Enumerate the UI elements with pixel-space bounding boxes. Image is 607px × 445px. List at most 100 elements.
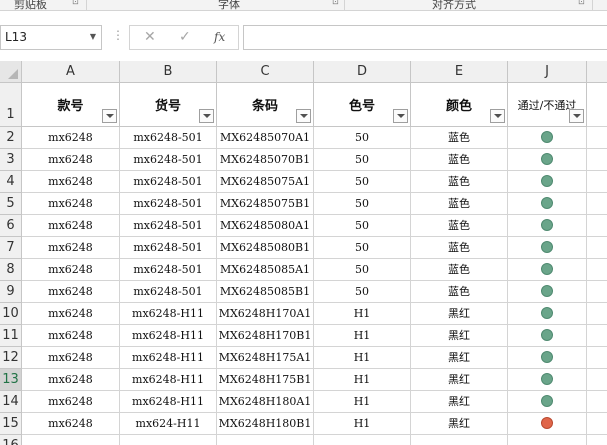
cell-b2[interactable]: mx6248-501 xyxy=(120,127,217,149)
cell-e16[interactable] xyxy=(411,435,508,445)
cell-e13[interactable]: 黑红 xyxy=(411,369,508,391)
enter-icon[interactable]: ✓ xyxy=(179,29,191,45)
cell-a5[interactable]: mx6248 xyxy=(22,193,120,215)
cell-c12[interactable]: MX6248H175A1 xyxy=(217,347,314,369)
cell-j6[interactable] xyxy=(508,215,587,237)
cell-j5[interactable] xyxy=(508,193,587,215)
cell-blank[interactable] xyxy=(587,237,607,259)
cell-d14[interactable]: H1 xyxy=(314,391,411,413)
cell-d9[interactable]: 50 xyxy=(314,281,411,303)
cell-b8[interactable]: mx6248-501 xyxy=(120,259,217,281)
cell-c3[interactable]: MX62485070B1 xyxy=(217,149,314,171)
cell-blank[interactable] xyxy=(587,171,607,193)
column-header-j[interactable]: J xyxy=(508,61,587,83)
row-header-8[interactable]: 8 xyxy=(0,259,22,281)
cell-a12[interactable]: mx6248 xyxy=(22,347,120,369)
row-header-2[interactable]: 2 xyxy=(0,127,22,149)
cell-d8[interactable]: 50 xyxy=(314,259,411,281)
cell-d5[interactable]: 50 xyxy=(314,193,411,215)
filter-dropdown-button[interactable] xyxy=(393,109,408,123)
row-header-11[interactable]: 11 xyxy=(0,325,22,347)
cell-blank[interactable] xyxy=(587,325,607,347)
chevron-down-icon[interactable]: ▼ xyxy=(90,32,96,41)
cell-d10[interactable]: H1 xyxy=(314,303,411,325)
alignment-launcher-icon[interactable]: ⊡ xyxy=(578,0,585,6)
cell-e14[interactable]: 黑红 xyxy=(411,391,508,413)
cell-e11[interactable]: 黑红 xyxy=(411,325,508,347)
cell-e15[interactable]: 黑红 xyxy=(411,413,508,435)
cell-e5[interactable]: 蓝色 xyxy=(411,193,508,215)
row-header-6[interactable]: 6 xyxy=(0,215,22,237)
column-header-d[interactable]: D xyxy=(314,61,411,83)
clipboard-launcher-icon[interactable]: ⊡ xyxy=(72,0,79,6)
cell-blank[interactable] xyxy=(587,83,607,127)
cell-j10[interactable] xyxy=(508,303,587,325)
cell-j3[interactable] xyxy=(508,149,587,171)
row-header-12[interactable]: 12 xyxy=(0,347,22,369)
cell-b11[interactable]: mx6248-H11 xyxy=(120,325,217,347)
cell-blank[interactable] xyxy=(587,259,607,281)
cell-c14[interactable]: MX6248H180A1 xyxy=(217,391,314,413)
header-cell-d[interactable]: 色号 xyxy=(314,83,411,127)
cell-j8[interactable] xyxy=(508,259,587,281)
formula-input[interactable] xyxy=(243,25,607,50)
cell-j7[interactable] xyxy=(508,237,587,259)
header-cell-c[interactable]: 条码 xyxy=(217,83,314,127)
cell-e4[interactable]: 蓝色 xyxy=(411,171,508,193)
cell-j16[interactable] xyxy=(508,435,587,445)
cell-blank[interactable] xyxy=(587,303,607,325)
cell-j11[interactable] xyxy=(508,325,587,347)
cell-c2[interactable]: MX62485070A1 xyxy=(217,127,314,149)
cell-blank[interactable] xyxy=(587,369,607,391)
cell-c10[interactable]: MX6248H170A1 xyxy=(217,303,314,325)
cell-a2[interactable]: mx6248 xyxy=(22,127,120,149)
cell-d13[interactable]: H1 xyxy=(314,369,411,391)
cell-b15[interactable]: mx624-H11 xyxy=(120,413,217,435)
cell-c16[interactable] xyxy=(217,435,314,445)
filter-dropdown-button[interactable] xyxy=(199,109,214,123)
row-header-13[interactable]: 13 xyxy=(0,369,22,391)
cell-j13[interactable] xyxy=(508,369,587,391)
cell-a16[interactable] xyxy=(22,435,120,445)
cell-c6[interactable]: MX62485080A1 xyxy=(217,215,314,237)
row-header-10[interactable]: 10 xyxy=(0,303,22,325)
cell-j15[interactable] xyxy=(508,413,587,435)
cell-a6[interactable]: mx6248 xyxy=(22,215,120,237)
filter-dropdown-button[interactable] xyxy=(569,109,584,123)
cell-c4[interactable]: MX62485075A1 xyxy=(217,171,314,193)
cell-blank[interactable] xyxy=(587,391,607,413)
font-launcher-icon[interactable]: ⊡ xyxy=(332,0,339,6)
cell-d6[interactable]: 50 xyxy=(314,215,411,237)
cell-d3[interactable]: 50 xyxy=(314,149,411,171)
header-cell-b[interactable]: 货号 xyxy=(120,83,217,127)
cell-c9[interactable]: MX62485085B1 xyxy=(217,281,314,303)
cell-e2[interactable]: 蓝色 xyxy=(411,127,508,149)
cell-j4[interactable] xyxy=(508,171,587,193)
cell-d15[interactable]: H1 xyxy=(314,413,411,435)
select-all-button[interactable] xyxy=(0,61,22,83)
cell-a13[interactable]: mx6248 xyxy=(22,369,120,391)
cell-blank[interactable] xyxy=(587,413,607,435)
cell-blank[interactable] xyxy=(587,149,607,171)
column-header-a[interactable]: A xyxy=(22,61,120,83)
cell-d16[interactable] xyxy=(314,435,411,445)
cell-blank[interactable] xyxy=(587,127,607,149)
cell-b16[interactable] xyxy=(120,435,217,445)
cell-b7[interactable]: mx6248-501 xyxy=(120,237,217,259)
column-header-next[interactable] xyxy=(587,61,607,83)
cell-blank[interactable] xyxy=(587,215,607,237)
cell-e7[interactable]: 蓝色 xyxy=(411,237,508,259)
cell-j9[interactable] xyxy=(508,281,587,303)
header-cell-e[interactable]: 颜色 xyxy=(411,83,508,127)
cell-b14[interactable]: mx6248-H11 xyxy=(120,391,217,413)
insert-function-button[interactable]: fx xyxy=(214,30,225,44)
cell-d4[interactable]: 50 xyxy=(314,171,411,193)
cell-blank[interactable] xyxy=(587,281,607,303)
cell-j14[interactable] xyxy=(508,391,587,413)
cell-e10[interactable]: 黑红 xyxy=(411,303,508,325)
cell-b13[interactable]: mx6248-H11 xyxy=(120,369,217,391)
filter-dropdown-button[interactable] xyxy=(490,109,505,123)
cell-d12[interactable]: H1 xyxy=(314,347,411,369)
cell-e9[interactable]: 蓝色 xyxy=(411,281,508,303)
cell-c5[interactable]: MX62485075B1 xyxy=(217,193,314,215)
